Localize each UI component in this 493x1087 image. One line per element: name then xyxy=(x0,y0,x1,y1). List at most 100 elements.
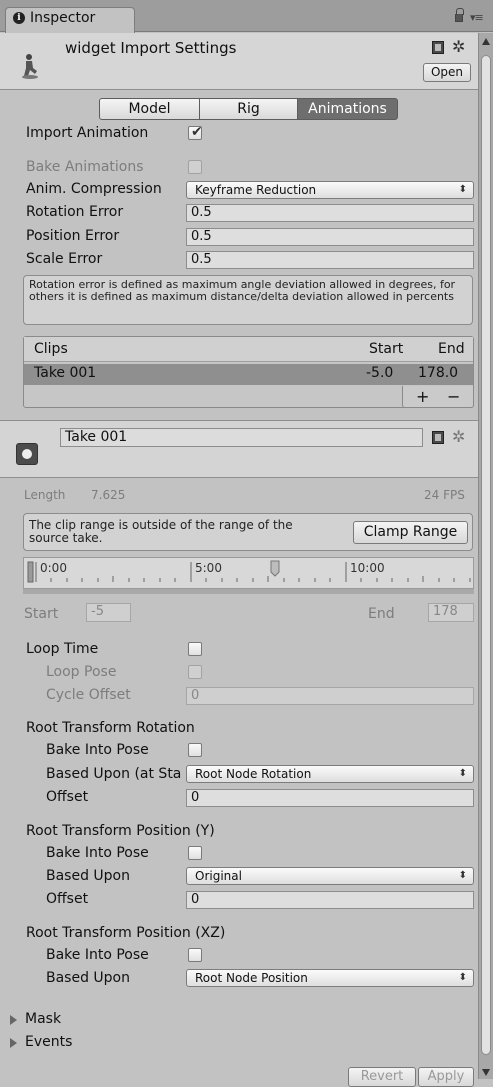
tab-model[interactable]: Model xyxy=(99,98,200,120)
clip-row-end: 178.0 xyxy=(418,365,459,381)
cycle-offset-field: 0 xyxy=(186,687,474,705)
root-position-xz-title: Root Transform Position (XZ) xyxy=(26,925,226,941)
scrollbar[interactable] xyxy=(478,33,493,1079)
checkmark-icon: ✔ xyxy=(191,124,203,140)
gear-icon[interactable]: ✲ xyxy=(452,427,465,446)
start-column-header: Start xyxy=(369,341,404,357)
start-label: Start xyxy=(24,606,59,622)
position-error-label: Position Error xyxy=(26,228,120,244)
root-position-xz-bake-checkbox[interactable] xyxy=(188,948,202,962)
fps-value: 24 FPS xyxy=(424,488,465,502)
remove-clip-button[interactable]: − xyxy=(447,387,460,406)
events-foldout[interactable]: Events xyxy=(10,1034,160,1054)
scroll-up-arrow-icon[interactable] xyxy=(482,38,490,45)
root-position-xz-based-upon-dropdown[interactable]: Root Node Position ⬍ xyxy=(186,969,474,987)
rotation-error-field[interactable]: 0.5 xyxy=(186,204,474,222)
root-position-y-based-upon-value: Original xyxy=(195,869,242,883)
root-rotation-offset-field[interactable]: 0 xyxy=(186,789,474,807)
root-rotation-based-upon-label: Based Upon (at Sta xyxy=(46,766,182,782)
scroll-thumb[interactable] xyxy=(481,55,491,1055)
asset-header: widget Import Settings ✲ Open xyxy=(0,33,478,90)
clamp-range-button[interactable]: Clamp Range xyxy=(353,521,468,544)
end-column-header: End xyxy=(438,341,465,357)
dropdown-arrow-icon: ⬍ xyxy=(458,768,467,779)
clip-name-field[interactable]: Take 001 xyxy=(60,428,423,447)
length-value: 7.625 xyxy=(91,488,126,502)
length-label: Length xyxy=(24,488,66,502)
root-position-y-bake-checkbox[interactable] xyxy=(188,846,202,860)
anim-compression-value: Keyframe Reduction xyxy=(195,183,317,197)
root-position-y-based-upon-dropdown[interactable]: Original ⬍ xyxy=(186,867,474,885)
tab-animations[interactable]: Animations xyxy=(297,98,398,120)
timeline-tick-label: 10:00 xyxy=(350,561,385,575)
inspector-tab[interactable]: i Inspector xyxy=(5,7,135,33)
dropdown-arrow-icon: ⬍ xyxy=(458,870,467,881)
timeline-ticks xyxy=(27,560,471,583)
tab-menu-icon[interactable]: ▾≡ xyxy=(470,11,484,24)
clips-footer: + − xyxy=(402,386,474,408)
root-position-xz-based-upon-label: Based Upon xyxy=(46,970,130,986)
compression-help-box: Rotation error is defined as maximum ang… xyxy=(23,275,473,325)
anim-compression-dropdown[interactable]: Keyframe Reduction ⬍ xyxy=(186,181,474,199)
clip-row-name: Take 001 xyxy=(34,365,97,381)
scroll-down-arrow-icon[interactable] xyxy=(482,1069,490,1076)
model-asset-icon xyxy=(22,54,38,79)
clip-header: Take 001 ✲ xyxy=(0,421,478,478)
bake-animations-label: Bake Animations xyxy=(26,159,144,175)
loop-time-label: Loop Time xyxy=(26,641,99,657)
root-rotation-bake-label: Bake Into Pose xyxy=(46,742,149,758)
apply-button[interactable]: Apply xyxy=(418,1067,474,1087)
cycle-offset-label: Cycle Offset xyxy=(46,687,131,703)
end-frame-field[interactable]: 178 xyxy=(428,603,474,622)
root-position-xz-bake-label: Bake Into Pose xyxy=(46,947,149,963)
lock-icon[interactable] xyxy=(455,8,464,22)
anim-compression-label: Anim. Compression xyxy=(26,181,162,197)
root-rotation-based-upon-dropdown[interactable]: Root Node Rotation ⬍ xyxy=(186,765,474,783)
root-position-y-offset-label: Offset xyxy=(46,891,89,907)
loop-pose-label: Loop Pose xyxy=(46,664,117,680)
timeline-range-bar xyxy=(23,589,474,594)
timeline-ruler[interactable]: 0:00 5:00 10:00 xyxy=(23,557,474,589)
tab-rig[interactable]: Rig xyxy=(199,98,298,120)
root-rotation-offset-label: Offset xyxy=(46,789,89,805)
timeline-tick-label: 5:00 xyxy=(195,561,222,575)
events-foldout-label: Events xyxy=(25,1034,73,1050)
play-button[interactable] xyxy=(16,443,38,465)
start-frame-field[interactable]: -5 xyxy=(86,603,131,622)
gear-icon[interactable]: ✲ xyxy=(452,37,465,56)
foldout-arrow-icon xyxy=(10,1015,17,1025)
clips-list-header: Clips Start End xyxy=(24,337,473,362)
revert-button[interactable]: Revert xyxy=(348,1067,416,1087)
position-error-field[interactable]: 0.5 xyxy=(186,228,474,246)
root-position-xz-based-upon-value: Root Node Position xyxy=(195,971,308,985)
help-book-icon[interactable] xyxy=(432,431,444,444)
end-label: End xyxy=(368,606,395,622)
inspector-tab-label: Inspector xyxy=(30,10,96,26)
root-rotation-title: Root Transform Rotation xyxy=(26,720,195,736)
header-title: widget Import Settings xyxy=(65,39,237,57)
loop-pose-checkbox xyxy=(188,665,202,679)
import-animation-checkbox[interactable]: ✔ xyxy=(188,124,203,140)
timeline-tick-label: 0:00 xyxy=(40,561,67,575)
mask-foldout[interactable]: Mask xyxy=(10,1011,160,1031)
scale-error-field[interactable]: 0.5 xyxy=(186,251,474,269)
import-animation-label: Import Animation xyxy=(26,125,149,141)
mask-foldout-label: Mask xyxy=(25,1011,62,1027)
bake-animations-checkbox xyxy=(188,160,202,174)
rotation-error-label: Rotation Error xyxy=(26,204,124,220)
add-clip-button[interactable]: + xyxy=(416,387,429,406)
root-rotation-bake-checkbox[interactable] xyxy=(188,743,202,757)
help-book-icon[interactable] xyxy=(432,41,444,54)
loop-time-checkbox[interactable] xyxy=(188,642,202,656)
root-position-y-title: Root Transform Position (Y) xyxy=(26,823,215,839)
range-warning-text: The clip range is outside of the range o… xyxy=(29,518,293,545)
dropdown-arrow-icon: ⬍ xyxy=(458,184,467,195)
table-row[interactable]: Take 001 -5.0 178.0 xyxy=(24,364,473,385)
window-tab-bar: i Inspector ▾≡ xyxy=(0,0,493,33)
open-button[interactable]: Open xyxy=(423,63,471,82)
root-position-y-offset-field[interactable]: 0 xyxy=(186,891,474,909)
foldout-arrow-icon xyxy=(10,1038,17,1048)
play-icon xyxy=(22,449,32,459)
clips-column-header: Clips xyxy=(34,341,68,357)
dropdown-arrow-icon: ⬍ xyxy=(458,972,467,983)
